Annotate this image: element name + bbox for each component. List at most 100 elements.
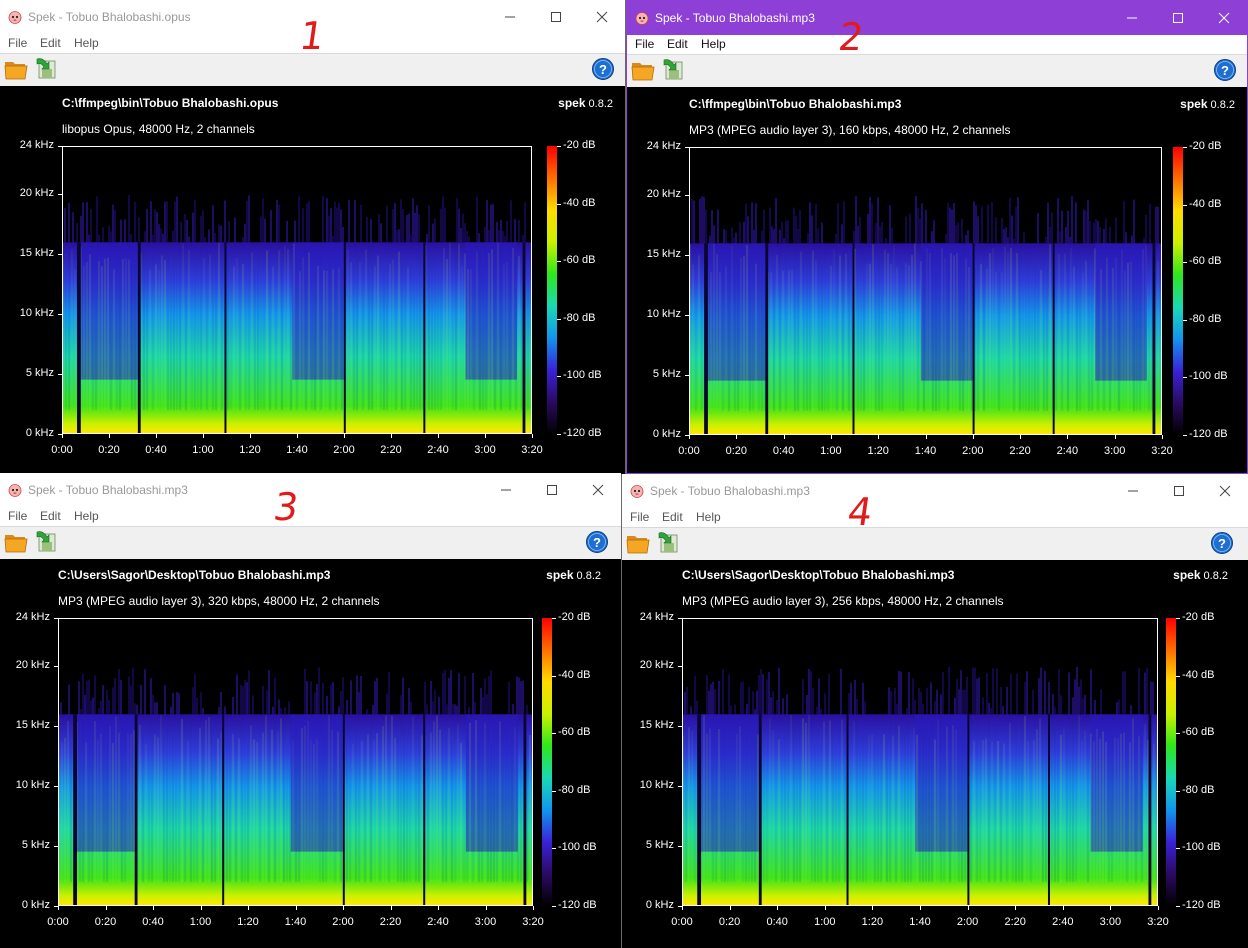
close-button[interactable]	[579, 0, 625, 34]
open-folder-icon[interactable]	[4, 58, 28, 80]
time-tick-label: 1:20	[861, 916, 884, 928]
db-tick-label: -20 dB	[558, 611, 591, 623]
db-color-legend	[1173, 147, 1183, 435]
save-spectrogram-icon[interactable]	[661, 57, 685, 81]
maximize-button[interactable]	[1156, 474, 1202, 508]
menu-edit[interactable]: Edit	[40, 509, 61, 523]
freq-tick-label: 0 kHz	[652, 428, 681, 440]
db-tick-label: -120 dB	[1189, 428, 1228, 440]
toolbar: ?	[0, 54, 625, 86]
maximize-button[interactable]	[529, 473, 575, 507]
menu-edit[interactable]: Edit	[662, 510, 683, 524]
file-path: C:\Users\Sagor\Desktop\Tobuo Bhalobashi.…	[682, 568, 955, 582]
menu-help[interactable]: Help	[74, 36, 99, 50]
db-tick-label: -100 dB	[1189, 370, 1228, 383]
time-tick-mark	[972, 435, 974, 439]
open-folder-icon[interactable]	[4, 531, 28, 553]
menu-file[interactable]: File	[8, 36, 27, 50]
time-tick-mark	[920, 906, 921, 910]
time-tick-label: 1:40	[286, 444, 308, 456]
spek-window-3[interactable]: Spek - Tobuo Bhalobashi.mp3 File Edit Help?…	[0, 473, 621, 948]
minimize-button[interactable]	[487, 0, 533, 34]
spectrum-silence-gap	[423, 714, 426, 905]
time-tick-label: 0:00	[51, 444, 73, 456]
freq-tick-label: 24 kHz	[639, 611, 674, 623]
time-tick-mark	[156, 434, 157, 438]
time-tick-mark	[250, 434, 251, 438]
help-icon[interactable]: ?	[591, 57, 615, 81]
open-folder-icon[interactable]	[631, 59, 655, 81]
menu-bar: File Edit Help	[0, 507, 621, 527]
minimize-button[interactable]	[483, 473, 529, 507]
time-tick-mark	[485, 906, 487, 910]
close-button[interactable]	[1201, 1, 1247, 35]
save-spectrogram-icon[interactable]	[34, 529, 58, 553]
spek-window-4[interactable]: Spek - Tobuo Bhalobashi.mp3 File Edit Help?…	[622, 474, 1248, 948]
spectrum-silence-gap	[1047, 714, 1050, 905]
db-tick-label: -40 dB	[563, 196, 596, 209]
freq-tick-label: 15 kHz	[639, 719, 674, 731]
spectrogram-canvas: C:\Users\Sagor\Desktop\Tobuo Bhalobashi.…	[622, 560, 1248, 948]
spek-window-1[interactable]: Spek - Tobuo Bhalobashi.opus File Edit Help…	[0, 0, 625, 474]
db-tick-label: -80 dB	[1189, 312, 1222, 325]
spek-brand: spek 0.8.2	[558, 96, 613, 110]
maximize-button[interactable]	[533, 0, 579, 34]
minimize-button[interactable]	[1110, 474, 1156, 508]
menu-bar: File Edit Help	[622, 508, 1248, 528]
db-tick-label: -80 dB	[558, 783, 591, 796]
db-color-legend	[542, 618, 552, 906]
spek-window-2[interactable]: Spek - Tobuo Bhalobashi.mp3 File Edit Help?…	[626, 0, 1248, 474]
menu-file[interactable]: File	[635, 37, 654, 51]
time-tick-label: 2:20	[380, 444, 402, 456]
freq-tick-mark	[58, 314, 62, 315]
time-tick-label: 1:00	[820, 445, 842, 457]
db-tick-mark	[557, 146, 561, 147]
freq-tick-mark	[678, 786, 682, 787]
menu-help[interactable]: Help	[701, 37, 726, 51]
toolbar: ?	[627, 55, 1247, 87]
menu-edit[interactable]: Edit	[667, 37, 688, 51]
time-tick-mark	[967, 906, 969, 910]
save-spectrogram-icon[interactable]	[656, 530, 680, 554]
spectrogram-canvas: C:\ffmpeg\bin\Tobuo Bhalobashi.opus libop…	[0, 86, 625, 474]
time-tick-label: 3:00	[474, 444, 496, 456]
menu-edit[interactable]: Edit	[40, 36, 61, 50]
db-tick-mark	[1183, 262, 1187, 264]
menu-help[interactable]: Help	[74, 509, 99, 523]
minimize-button[interactable]	[1109, 1, 1155, 35]
freq-tick-label: 10 kHz	[19, 307, 54, 319]
time-tick-mark	[532, 434, 533, 438]
time-tick-mark	[62, 434, 63, 438]
help-icon[interactable]: ?	[1210, 531, 1234, 555]
menu-file[interactable]: File	[8, 509, 27, 523]
title-bar[interactable]: Spek - Tobuo Bhalobashi.mp3	[0, 473, 621, 507]
help-icon[interactable]: ?	[1213, 58, 1237, 82]
maximize-button[interactable]	[1155, 1, 1201, 35]
window-title: Spek - Tobuo Bhalobashi.mp3	[650, 484, 810, 498]
db-tick-mark	[1183, 204, 1187, 206]
menu-help[interactable]: Help	[696, 510, 721, 524]
help-icon[interactable]: ?	[585, 530, 609, 554]
time-tick-mark	[533, 906, 534, 910]
freq-tick-label: 5 kHz	[645, 839, 674, 851]
freq-tick-label: 5 kHz	[21, 839, 50, 851]
title-bar[interactable]: Spek - Tobuo Bhalobashi.mp3	[627, 1, 1247, 35]
time-tick-label: 1:20	[239, 444, 261, 456]
menu-file[interactable]: File	[630, 510, 649, 524]
time-tick-label: 3:00	[1099, 916, 1122, 928]
save-spectrogram-icon[interactable]	[34, 56, 58, 80]
svg-text:?: ?	[1218, 536, 1226, 551]
title-bar[interactable]: Spek - Tobuo Bhalobashi.mp3	[622, 474, 1248, 508]
close-button[interactable]	[1202, 474, 1248, 508]
window-title: Spek - Tobuo Bhalobashi.mp3	[28, 483, 188, 497]
audio-info: libopus Opus, 48000 Hz, 2 channels	[62, 122, 255, 136]
time-tick-label: 2:40	[427, 916, 449, 928]
db-tick-mark	[552, 906, 556, 907]
open-folder-icon[interactable]	[626, 532, 650, 554]
time-tick-mark	[682, 906, 683, 910]
spek-app-icon	[8, 483, 22, 497]
close-button[interactable]	[575, 473, 621, 507]
spectrogram-canvas: C:\ffmpeg\bin\Tobuo Bhalobashi.mp3 MP3 (M…	[627, 87, 1247, 473]
freq-tick-label: 0 kHz	[21, 899, 50, 911]
freq-tick-mark	[58, 254, 62, 255]
